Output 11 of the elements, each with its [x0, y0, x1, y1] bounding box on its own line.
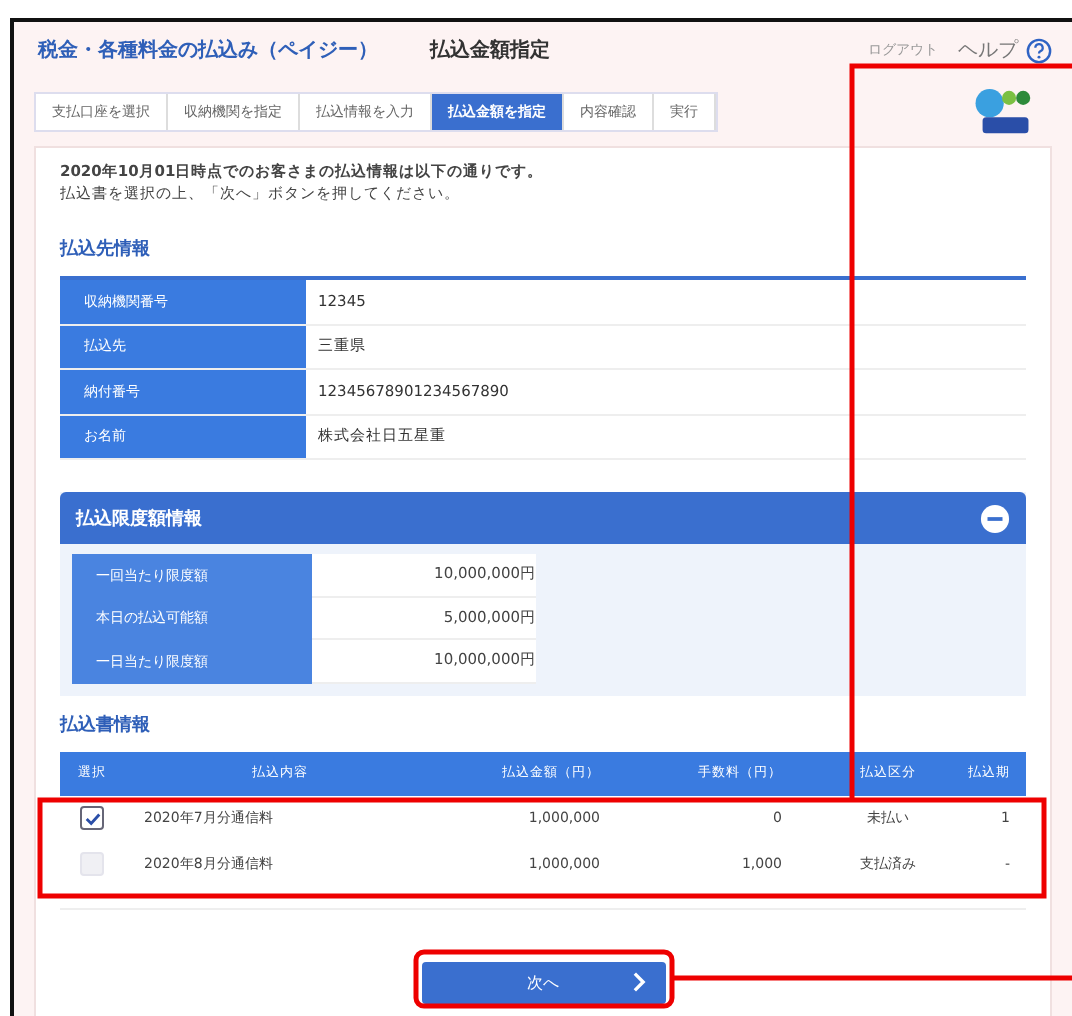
help-icon[interactable] [1026, 37, 1052, 63]
page-title: 税金・各種料金の払込み（ペイジー） [38, 37, 378, 64]
section-title: 払込先情報 [60, 236, 152, 262]
checkbox[interactable] [80, 806, 104, 830]
next-button[interactable]: 次へ [421, 961, 665, 1003]
help-link[interactable]: ヘルプ [958, 36, 1018, 64]
section-title: 払込書情報 [60, 712, 152, 737]
collapse-icon[interactable] [980, 503, 1010, 533]
page-subtitle: 払込金額指定 [430, 36, 550, 64]
panel-title: 払込限度額情報 [76, 506, 202, 531]
chevron-icon [631, 971, 645, 991]
